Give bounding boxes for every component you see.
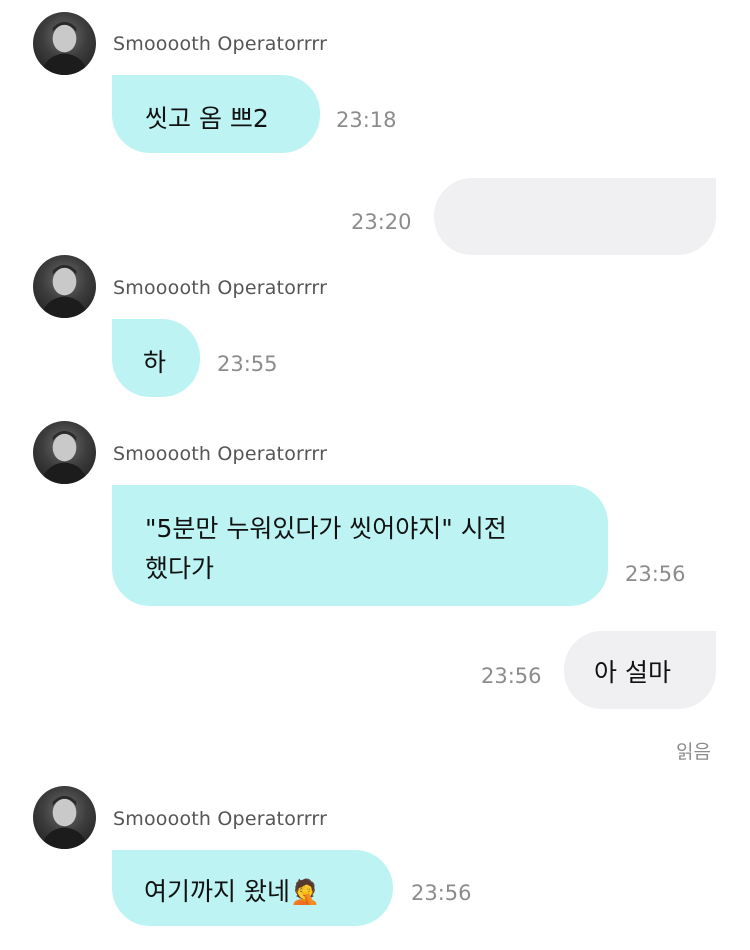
person-avatar-icon: [40, 430, 89, 484]
message-time: 23:56: [411, 881, 472, 905]
sender-name: Smooooth Operatorrrr: [113, 277, 328, 299]
message-bubble[interactable]: [434, 178, 716, 255]
message-text: 아 설마: [594, 658, 671, 687]
message-text: 씻고 옴 쁘2: [145, 104, 269, 133]
message-time: 23:55: [217, 352, 278, 376]
person-avatar-icon: [40, 264, 89, 318]
message-text: 하: [143, 348, 167, 377]
sender-name: Smooooth Operatorrrr: [113, 443, 328, 465]
avatar[interactable]: [33, 786, 96, 849]
read-receipt: 읽음: [676, 741, 711, 763]
sender-name: Smooooth Operatorrrr: [113, 33, 328, 55]
message-bubble[interactable]: 하: [112, 319, 200, 397]
message-bubble[interactable]: "5분만 누워있다가 씻어야지" 시전 했다가: [112, 485, 608, 606]
sender-name: Smooooth Operatorrrr: [113, 808, 328, 830]
facepalm-emoji-icon: 🤦: [289, 878, 320, 906]
message-text-line: "5분만 누워있다가 씻어야지" 시전: [145, 514, 507, 543]
avatar[interactable]: [33, 12, 96, 75]
avatar[interactable]: [33, 421, 96, 484]
message-bubble[interactable]: 여기까지 왔네🤦: [112, 850, 393, 926]
avatar[interactable]: [33, 255, 96, 318]
message-time: 23:56: [481, 664, 542, 688]
message-bubble[interactable]: 아 설마: [564, 631, 716, 709]
person-avatar-icon: [40, 21, 89, 75]
message-text-line: 했다가: [145, 554, 215, 583]
message-bubble[interactable]: 씻고 옴 쁘2: [112, 75, 320, 153]
message-time: 23:18: [336, 108, 397, 132]
person-avatar-icon: [40, 795, 89, 849]
message-text: 여기까지 왔네: [144, 877, 290, 906]
message-time: 23:20: [351, 210, 412, 234]
message-time: 23:56: [625, 562, 686, 586]
